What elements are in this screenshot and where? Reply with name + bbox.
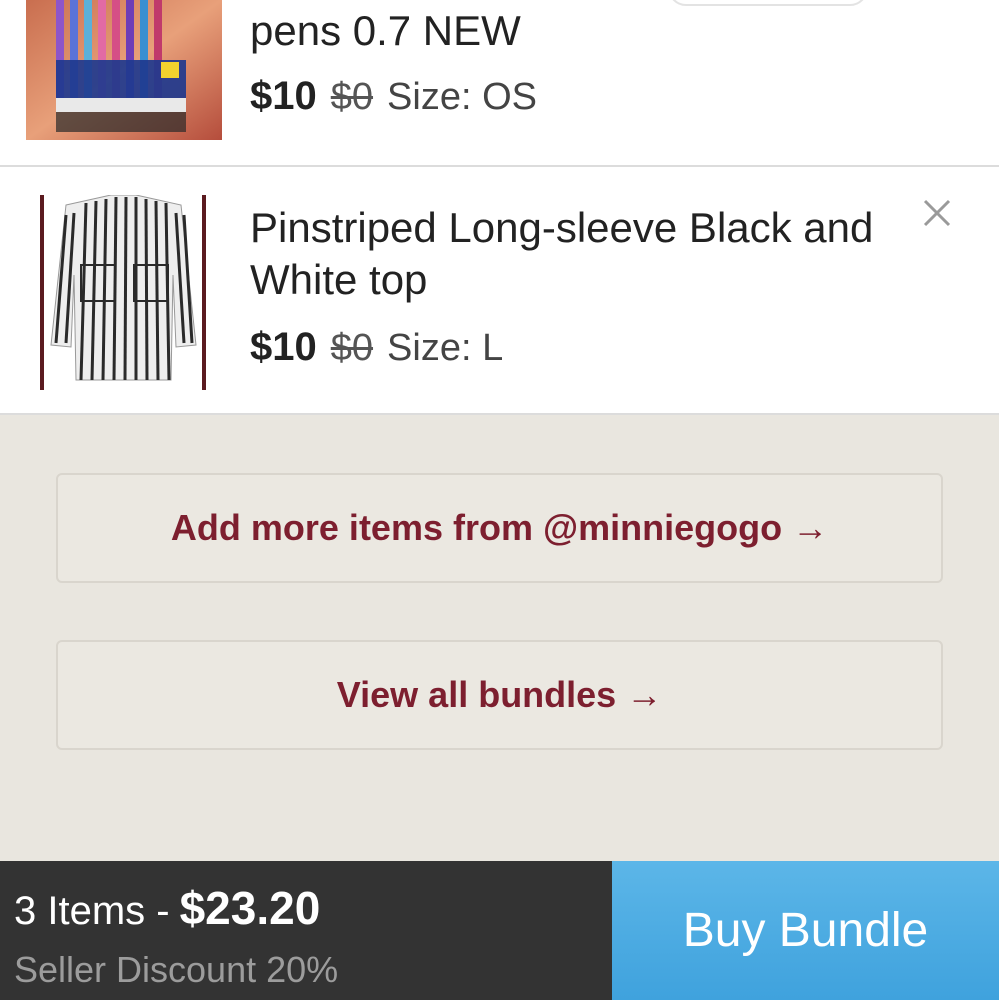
view-all-bundles-button[interactable]: View all bundles → [56,640,943,750]
bundle-item-card: pens 0.7 NEW $10 $0 Size: OS [0,0,999,167]
item-original-price: $0 [330,327,374,369]
item-original-price: $0 [330,76,374,118]
buy-bundle-button[interactable]: Buy Bundle [612,861,999,1000]
item-size: Size: L [387,327,504,369]
item-title[interactable]: Pinstriped Long-sleeve Black and White t… [250,202,930,306]
add-more-items-button[interactable]: Add more items from @minniegogo → [56,473,943,583]
price-row: $10 $0 Size: L [250,325,503,370]
pen-pack-image [26,0,222,140]
bundle-screen: pens 0.7 NEW $10 $0 Size: OS Pinstriped … [0,0,999,1000]
pen-pack-thumbnail[interactable] [26,0,222,140]
summary-line: 3 Items - $23.20 [14,881,320,935]
item-count: 3 Items - [14,889,170,933]
striped-shirt-thumbnail[interactable] [26,195,220,390]
remove-pill[interactable] [668,0,868,6]
bundle-item-card: Pinstriped Long-sleeve Black and White t… [0,167,999,415]
bundle-footer: 3 Items - $23.20 Seller Discount 20% Buy… [0,861,999,1000]
bundle-summary: 3 Items - $23.20 Seller Discount 20% [0,861,612,1000]
item-title[interactable]: pens 0.7 NEW [250,5,521,57]
item-price: $10 [250,325,317,369]
close-icon [923,199,951,227]
item-price: $10 [250,74,317,118]
price-row: $10 $0 Size: OS [250,74,537,119]
item-size: Size: OS [387,76,537,118]
seller-discount: Seller Discount 20% [14,949,339,990]
striped-shirt-image [26,195,220,390]
remove-item-button[interactable] [919,195,955,231]
bundle-total: $23.20 [179,882,321,934]
